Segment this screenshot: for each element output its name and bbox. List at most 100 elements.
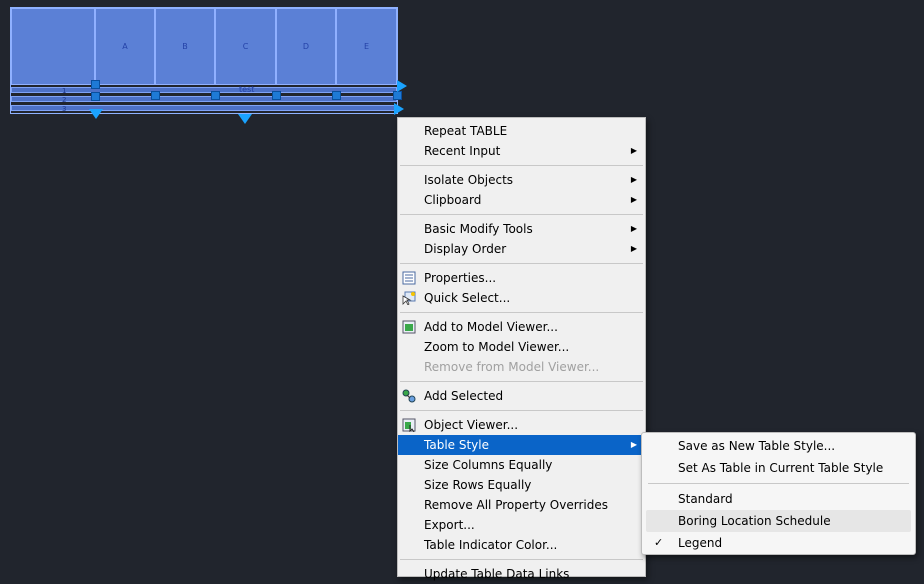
submenu-item-standard[interactable]: Standard bbox=[642, 488, 915, 510]
menu-item-update-table-data-links[interactable]: Update Table Data Links bbox=[398, 564, 645, 584]
menu-item-label: Object Viewer... bbox=[424, 418, 519, 432]
menu-item-label: Isolate Objects bbox=[424, 173, 514, 187]
menu-item-label: Remove from Model Viewer... bbox=[424, 360, 600, 374]
submenu-item-boring-location-schedule[interactable]: Boring Location Schedule bbox=[646, 510, 911, 532]
menu-separator bbox=[400, 165, 643, 166]
menu-item-properties[interactable]: Properties... bbox=[398, 268, 645, 288]
column-header-c[interactable]: C bbox=[215, 8, 276, 85]
column-width-grip[interactable] bbox=[211, 91, 220, 100]
menu-separator bbox=[400, 559, 643, 560]
menu-separator bbox=[400, 381, 643, 382]
menu-item-repeat-table[interactable]: Repeat TABLE bbox=[398, 121, 645, 141]
row-number: 2 bbox=[62, 96, 67, 104]
cell-text: test bbox=[239, 85, 255, 94]
menu-item-label: Basic Modify Tools bbox=[424, 222, 533, 236]
column-header-d[interactable]: D bbox=[276, 8, 336, 85]
table-style-submenu: Save as New Table Style... Set As Table … bbox=[641, 432, 916, 555]
menu-item-label: Remove All Property Overrides bbox=[424, 498, 608, 512]
selected-table[interactable]: A B C D E 1 test 2 3 bbox=[0, 0, 420, 130]
column-e-label: E bbox=[363, 42, 370, 51]
menu-separator bbox=[400, 214, 643, 215]
submenu-item-save-as-new-table-style[interactable]: Save as New Table Style... bbox=[642, 435, 915, 457]
menu-item-object-viewer[interactable]: Object Viewer... bbox=[398, 415, 645, 435]
menu-item-label: Quick Select... bbox=[424, 291, 511, 305]
submenu-item-label: Standard bbox=[678, 492, 733, 506]
menu-item-label: Size Rows Equally bbox=[424, 478, 532, 492]
submenu-arrow-icon: ▶ bbox=[630, 146, 637, 155]
column-width-grip[interactable] bbox=[272, 91, 281, 100]
menu-item-add-selected[interactable]: Add Selected bbox=[398, 386, 645, 406]
menu-item-label: Add to Model Viewer... bbox=[424, 320, 558, 334]
column-header-b[interactable]: B bbox=[155, 8, 215, 85]
column-header-e[interactable]: E bbox=[336, 8, 397, 85]
menu-item-recent-input[interactable]: Recent Input ▶ bbox=[398, 141, 645, 161]
column-a-label: A bbox=[122, 42, 128, 51]
menu-item-label: Clipboard bbox=[424, 193, 482, 207]
submenu-item-label: Boring Location Schedule bbox=[678, 514, 831, 528]
menu-separator bbox=[648, 483, 909, 484]
menu-item-isolate-objects[interactable]: Isolate Objects ▶ bbox=[398, 170, 645, 190]
submenu-item-label: Legend bbox=[678, 536, 723, 550]
properties-icon bbox=[402, 271, 416, 285]
submenu-arrow-icon: ▶ bbox=[630, 175, 637, 184]
menu-separator bbox=[400, 410, 643, 411]
menu-separator bbox=[400, 263, 643, 264]
height-stretch-arrow-icon[interactable] bbox=[89, 109, 103, 119]
submenu-item-label: Save as New Table Style... bbox=[678, 439, 836, 453]
menu-item-remove-all-property-overrides[interactable]: Remove All Property Overrides bbox=[398, 495, 645, 515]
column-width-grip[interactable] bbox=[393, 91, 402, 100]
menu-item-label: Recent Input bbox=[424, 144, 501, 158]
menu-item-label: Add Selected bbox=[424, 389, 504, 403]
checkmark-icon: ✓ bbox=[654, 536, 664, 549]
menu-item-label: Display Order bbox=[424, 242, 507, 256]
column-header-a[interactable]: A bbox=[95, 8, 155, 85]
menu-item-display-order[interactable]: Display Order ▶ bbox=[398, 239, 645, 259]
menu-item-clipboard[interactable]: Clipboard ▶ bbox=[398, 190, 645, 210]
menu-item-label: Zoom to Model Viewer... bbox=[424, 340, 570, 354]
menu-item-size-columns-equally[interactable]: Size Columns Equally bbox=[398, 455, 645, 475]
row-number: 3 bbox=[62, 105, 67, 113]
width-stretch-arrow-icon[interactable] bbox=[397, 80, 407, 92]
quick-select-icon bbox=[402, 291, 416, 306]
menu-item-size-rows-equally[interactable]: Size Rows Equally bbox=[398, 475, 645, 495]
object-viewer-icon bbox=[402, 418, 416, 433]
menu-item-quick-select[interactable]: Quick Select... bbox=[398, 288, 645, 308]
menu-item-export[interactable]: Export... bbox=[398, 515, 645, 535]
column-width-grip[interactable] bbox=[332, 91, 341, 100]
menu-item-zoom-to-model-viewer[interactable]: Zoom to Model Viewer... bbox=[398, 337, 645, 357]
menu-item-label: Repeat TABLE bbox=[424, 124, 508, 138]
row-number: 1 bbox=[62, 87, 67, 95]
add-selected-icon bbox=[402, 389, 416, 403]
submenu-item-set-as-table-in-current-style[interactable]: Set As Table in Current Table Style bbox=[642, 457, 915, 479]
submenu-arrow-icon: ▶ bbox=[630, 195, 637, 204]
menu-item-label: Table Indicator Color... bbox=[424, 538, 558, 552]
table-row[interactable]: 3 bbox=[11, 105, 397, 113]
menu-item-basic-modify-tools[interactable]: Basic Modify Tools ▶ bbox=[398, 219, 645, 239]
column-d-label: D bbox=[302, 42, 310, 51]
menu-item-label: Table Style bbox=[424, 438, 489, 452]
submenu-arrow-icon: ▶ bbox=[630, 440, 637, 449]
menu-item-label: Update Table Data Links bbox=[424, 567, 570, 581]
table-break-arrow-icon[interactable] bbox=[238, 114, 252, 124]
menu-item-label: Export... bbox=[424, 518, 475, 532]
table-grip[interactable] bbox=[91, 80, 100, 89]
table-corner-cell[interactable] bbox=[11, 8, 95, 85]
submenu-item-legend[interactable]: ✓ Legend bbox=[642, 532, 915, 554]
menu-item-label: Properties... bbox=[424, 271, 497, 285]
submenu-item-label: Set As Table in Current Table Style bbox=[678, 461, 884, 475]
column-c-label: C bbox=[242, 42, 249, 51]
column-width-grip[interactable] bbox=[151, 91, 160, 100]
menu-item-table-style[interactable]: Table Style ▶ bbox=[398, 435, 645, 455]
table-stretch-arrow-icon[interactable] bbox=[394, 103, 404, 115]
context-menu: Repeat TABLE Recent Input ▶ Isolate Objec… bbox=[397, 117, 646, 581]
table-grip[interactable] bbox=[91, 92, 100, 101]
menu-item-label: Size Columns Equally bbox=[424, 458, 553, 472]
menu-item-add-to-model-viewer[interactable]: Add to Model Viewer... bbox=[398, 317, 645, 337]
submenu-arrow-icon: ▶ bbox=[630, 224, 637, 233]
menu-item-table-indicator-color[interactable]: Table Indicator Color... bbox=[398, 535, 645, 555]
menu-separator bbox=[400, 312, 643, 313]
submenu-arrow-icon: ▶ bbox=[630, 244, 637, 253]
menu-item-remove-from-model-viewer: Remove from Model Viewer... bbox=[398, 357, 645, 377]
column-b-label: B bbox=[182, 42, 188, 51]
model-viewer-icon bbox=[402, 320, 416, 334]
